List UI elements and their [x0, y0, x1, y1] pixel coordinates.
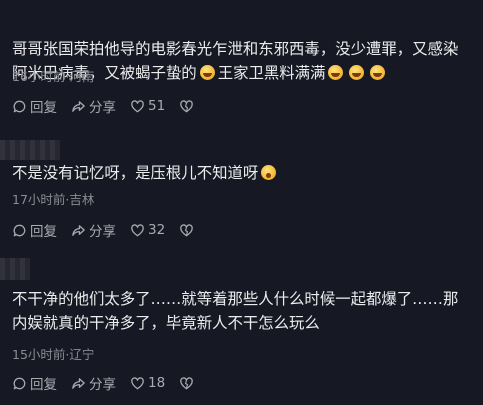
dislike-button[interactable]	[179, 223, 197, 238]
like-count: 18	[148, 375, 166, 391]
like-count: 51	[148, 98, 166, 114]
reply-button[interactable]: 回复	[12, 220, 57, 240]
share-label: 分享	[89, 100, 116, 116]
reply-button[interactable]: 回复	[12, 373, 57, 393]
share-icon	[72, 224, 85, 236]
reply-icon	[13, 377, 26, 389]
comment-actions: 回复 分享 51	[12, 96, 211, 116]
heart-icon	[131, 99, 144, 112]
reply-label: 回复	[30, 377, 57, 393]
share-icon	[72, 100, 85, 112]
laugh-emoji-icon	[370, 65, 386, 80]
surprised-emoji-icon	[261, 165, 277, 180]
comment-actions: 回复 分享 18	[12, 373, 211, 393]
comment-meta: 17小时前·吉林	[12, 192, 95, 207]
laugh-emoji-icon	[349, 65, 365, 80]
avatar[interactable]	[0, 140, 60, 160]
dislike-button[interactable]	[179, 99, 197, 114]
comment-text: 不干净的他们太多了……就等着那些人什么时候一起都爆了……那内娱就真的干净多了，毕…	[12, 290, 459, 332]
laugh-emoji-icon	[199, 65, 215, 80]
comment-meta: 16小时前·河南	[12, 69, 95, 84]
comment-actions: 回复 分享 32	[12, 220, 211, 240]
share-label: 分享	[89, 224, 116, 240]
dislike-icon	[180, 376, 193, 389]
reply-icon	[13, 224, 26, 236]
reply-label: 回复	[30, 224, 57, 240]
share-button[interactable]: 分享	[71, 96, 116, 116]
like-count: 32	[148, 222, 166, 238]
dislike-icon	[180, 99, 193, 112]
reply-button[interactable]: 回复	[12, 96, 57, 116]
comment-text: 不是没有记忆呀，是压根儿不知道呀	[12, 161, 473, 185]
share-label: 分享	[89, 377, 116, 393]
like-button[interactable]: 18	[130, 375, 165, 391]
avatar[interactable]	[0, 258, 30, 280]
like-button[interactable]: 51	[130, 98, 165, 114]
dislike-icon	[180, 223, 193, 236]
dislike-button[interactable]	[179, 376, 197, 391]
reply-icon	[13, 100, 26, 112]
reply-label: 回复	[30, 100, 57, 116]
heart-icon	[131, 223, 144, 236]
share-button[interactable]: 分享	[71, 373, 116, 393]
laugh-emoji-icon	[328, 65, 344, 80]
like-button[interactable]: 32	[130, 222, 165, 238]
heart-icon	[131, 376, 144, 389]
share-button[interactable]: 分享	[71, 220, 116, 240]
comment-meta: 15小时前·辽宁	[12, 347, 95, 362]
share-icon	[72, 377, 85, 389]
